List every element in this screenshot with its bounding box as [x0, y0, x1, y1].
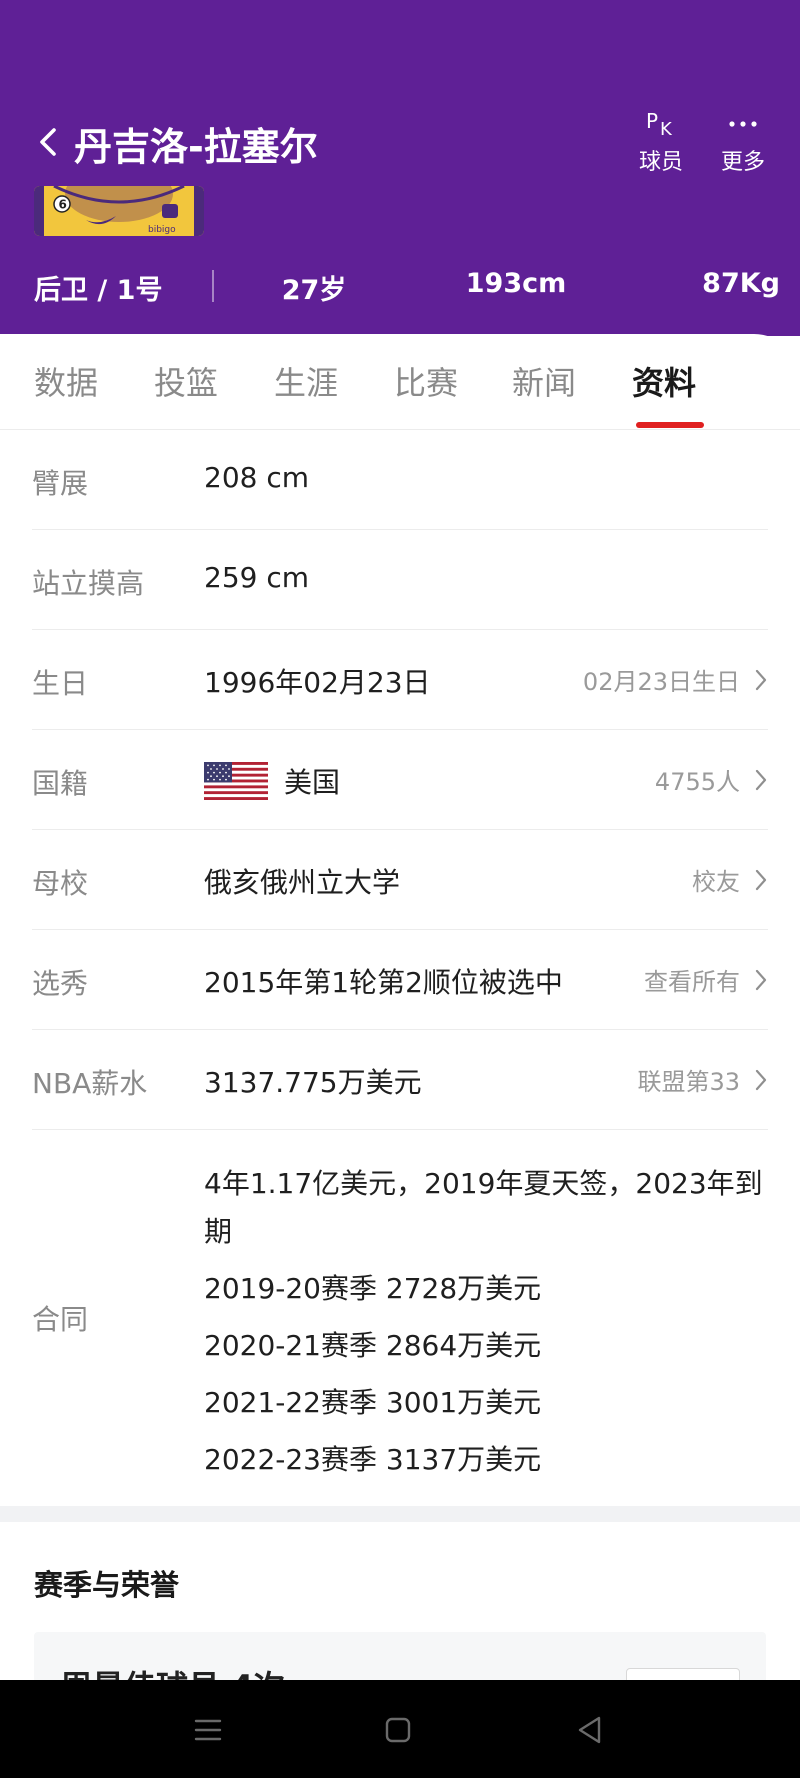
- salary-value: 3137.775万美元: [204, 1066, 422, 1099]
- player-stats-row: 后卫 / 1号 27岁 193cm 87Kg: [0, 262, 800, 308]
- info-row-salary[interactable]: NBA薪水 3137.775万美元 联盟第33: [32, 1030, 768, 1130]
- tab-profile[interactable]: 资料: [632, 358, 696, 404]
- active-tab-indicator: [636, 422, 704, 428]
- contract-season: 2021-22赛季 3001万美元: [204, 1386, 542, 1419]
- salary-rank-link[interactable]: 联盟第33: [637, 1062, 768, 1097]
- tab-stats[interactable]: 数据: [34, 358, 98, 404]
- contract-details: 4年1.17亿美元，2019年夏天签，2023年到期 2019-20赛季 272…: [204, 1160, 768, 1488]
- nav-menu-icon: [194, 1719, 222, 1741]
- player-position: 后卫 / 1号: [34, 275, 163, 306]
- contract-season: 2020-21赛季 2864万美元: [204, 1329, 542, 1362]
- reach-label: 站立摸高: [32, 567, 145, 600]
- contract-season: 2019-20赛季 2728万美元: [204, 1272, 542, 1305]
- salary-label: NBA薪水: [32, 1067, 148, 1100]
- tab-bar: 数据 投篮 生涯 比赛 新闻 资料: [0, 334, 800, 430]
- birthday-label: 生日: [32, 667, 89, 700]
- chevron-right-icon: [755, 1069, 767, 1090]
- nationality-value: 美国: [204, 761, 340, 801]
- nav-menu-button[interactable]: [190, 1712, 226, 1748]
- info-row-contract: 合同 4年1.17亿美元，2019年夏天签，2023年到期 2019-20赛季 …: [32, 1130, 768, 1512]
- nationality-link-text: 4755人: [654, 768, 740, 796]
- info-row-nationality[interactable]: 国籍 美国 4755人: [32, 730, 768, 830]
- contract-season: 2022-23赛季 3137万美元: [204, 1443, 542, 1476]
- stats-divider: [212, 270, 214, 302]
- nav-back-button[interactable]: [572, 1712, 608, 1748]
- tab-career[interactable]: 生涯: [274, 358, 338, 404]
- nationality-label: 国籍: [32, 767, 89, 800]
- back-button[interactable]: [34, 124, 62, 160]
- tab-games[interactable]: 比赛: [394, 358, 458, 404]
- player-height: 193cm: [465, 268, 567, 299]
- school-label: 母校: [32, 867, 89, 900]
- nav-home-button[interactable]: [380, 1712, 416, 1748]
- contract-label: 合同: [32, 1303, 89, 1336]
- school-link[interactable]: 校友: [692, 862, 768, 897]
- chevron-right-icon: [755, 869, 767, 890]
- info-row-wingspan: 臂展 208 cm: [32, 430, 768, 530]
- nav-home-icon: [385, 1717, 411, 1743]
- player-age: 27岁: [281, 275, 347, 306]
- school-link-text: 校友: [692, 868, 740, 896]
- info-row-reach: 站立摸高 259 cm: [32, 530, 768, 630]
- chevron-right-icon: [755, 969, 767, 990]
- player-avatar: 6 bibigo: [34, 186, 204, 236]
- draft-label: 选秀: [32, 967, 89, 1000]
- contract-summary: 4年1.17亿美元，2019年夏天签，2023年到期: [204, 1167, 763, 1248]
- draft-link[interactable]: 查看所有: [644, 962, 768, 997]
- chevron-right-icon: [755, 669, 767, 690]
- pk-label: 球员: [638, 150, 683, 175]
- info-row-school[interactable]: 母校 俄亥俄州立大学 校友: [32, 830, 768, 930]
- school-value: 俄亥俄州立大学: [204, 866, 401, 899]
- reach-value: 259 cm: [204, 561, 310, 594]
- birthday-link[interactable]: 02月23日生日: [583, 662, 768, 697]
- draft-value: 2015年第1轮第2顺位被选中: [204, 966, 563, 999]
- info-row-birthday[interactable]: 生日 1996年02月23日 02月23日生日: [32, 630, 768, 730]
- pk-icon: PK: [646, 109, 672, 140]
- wingspan-label: 臂展: [32, 467, 89, 500]
- chevron-right-icon: [755, 769, 767, 790]
- svg-text:bibigo: bibigo: [148, 225, 176, 235]
- us-flag: [204, 762, 268, 800]
- player-name: 丹吉洛-拉塞尔: [74, 125, 318, 169]
- back-chevron-icon: [40, 128, 56, 156]
- draft-link-text: 查看所有: [644, 968, 740, 996]
- tab-shooting[interactable]: 投篮: [154, 358, 218, 404]
- more-dots-icon: [708, 108, 778, 140]
- pk-button[interactable]: PK 球员: [626, 108, 696, 176]
- more-button[interactable]: 更多: [708, 108, 778, 176]
- nav-back-icon: [578, 1716, 601, 1744]
- honors-section-title: 赛季与荣誉: [34, 1568, 180, 1602]
- player-header: 丹吉洛-拉塞尔 PK 球员 更多 6 bibigo 后卫 / 1号 27岁 19…: [0, 0, 800, 336]
- tab-news[interactable]: 新闻: [512, 358, 576, 404]
- section-divider: [0, 1506, 800, 1522]
- system-nav-bar: [0, 1680, 800, 1778]
- player-weight: 87Kg: [702, 268, 780, 299]
- salary-rank-text: 联盟第33: [637, 1068, 740, 1096]
- nationality-text: 美国: [284, 766, 341, 799]
- info-row-draft[interactable]: 选秀 2015年第1轮第2顺位被选中 查看所有: [32, 930, 768, 1030]
- svg-text:6: 6: [59, 198, 67, 212]
- nationality-link[interactable]: 4755人: [655, 762, 768, 797]
- profile-info-list: 臂展 208 cm 站立摸高 259 cm 生日 1996年02月23日 02月…: [0, 430, 800, 1512]
- wingspan-value: 208 cm: [204, 461, 310, 494]
- more-label: 更多: [720, 150, 765, 175]
- birthday-link-text: 02月23日生日: [582, 668, 740, 696]
- birthday-value: 1996年02月23日: [204, 666, 431, 699]
